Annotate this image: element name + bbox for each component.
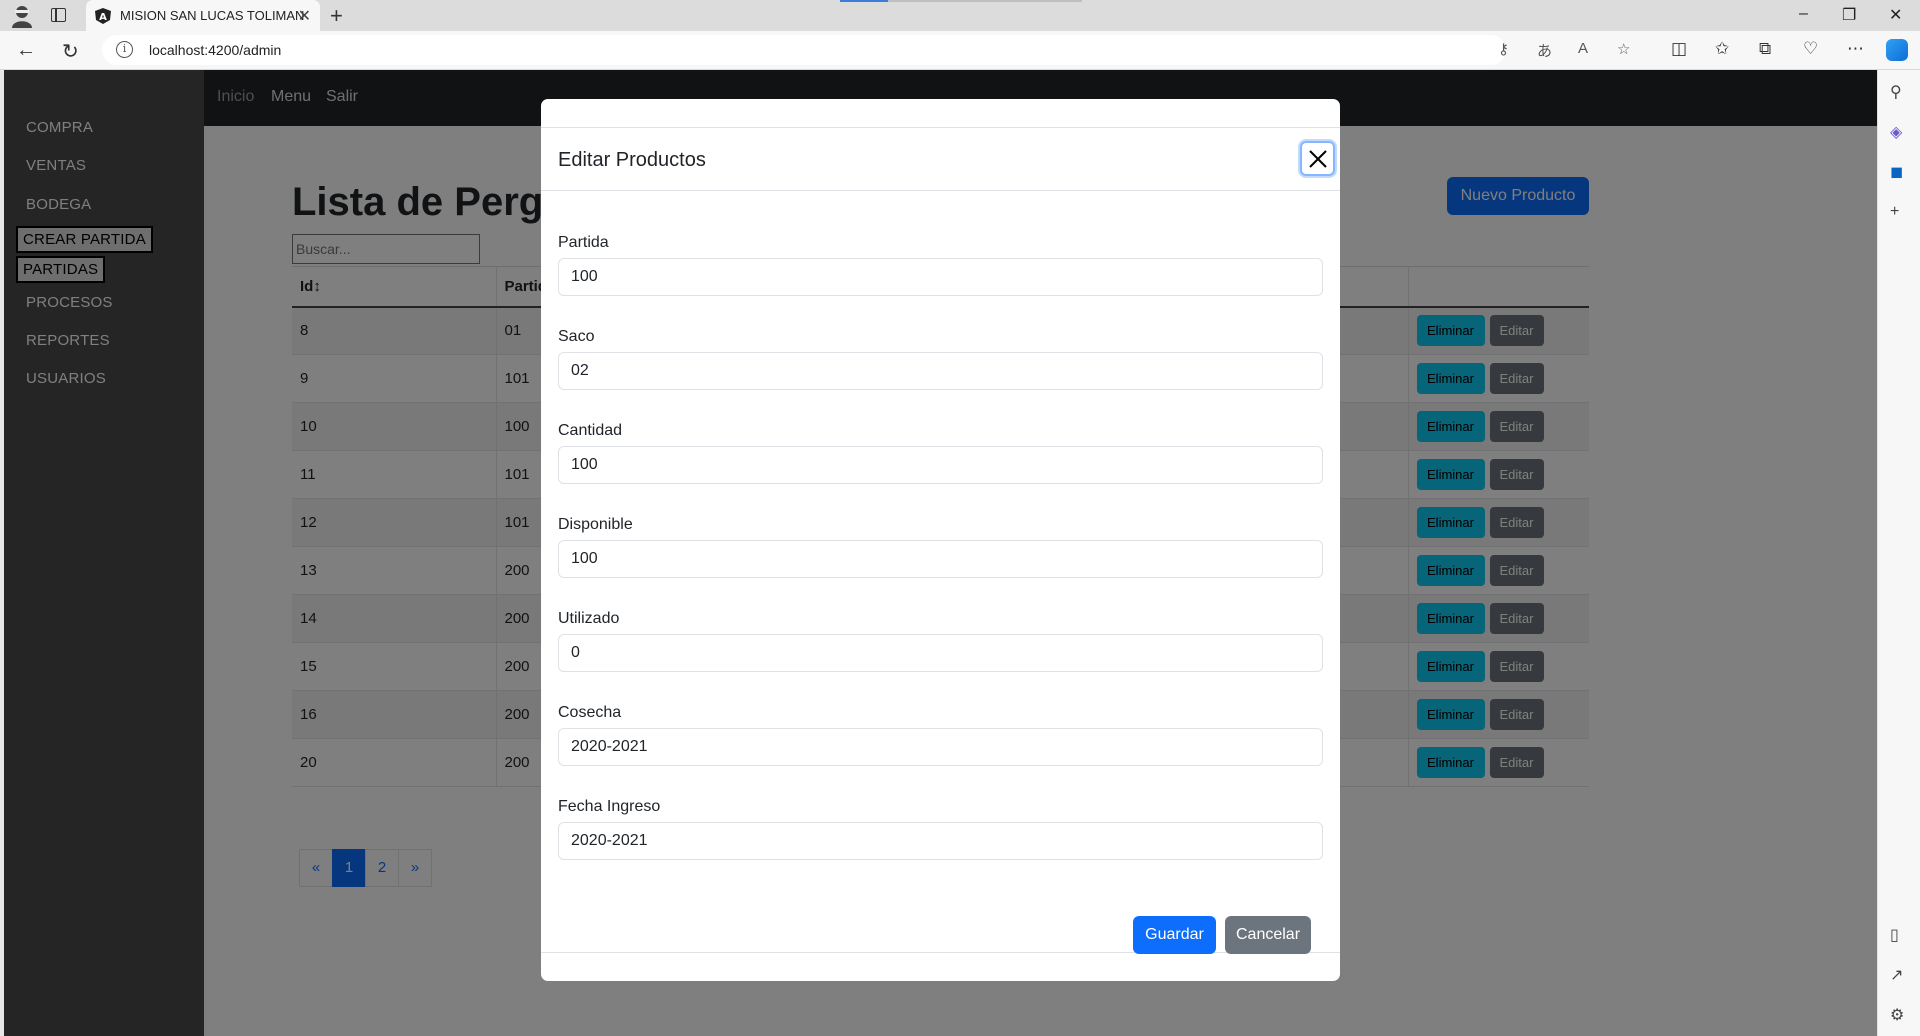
- open-external-icon[interactable]: ↗: [1890, 965, 1903, 985]
- profile-avatar-icon[interactable]: [10, 4, 34, 28]
- disponible-field[interactable]: 100: [558, 540, 1323, 578]
- tab-strip-divider: [888, 0, 1082, 2]
- angular-favicon-icon: A: [95, 8, 111, 24]
- add-sidebar-app-icon[interactable]: +: [1890, 203, 1899, 221]
- save-button[interactable]: Guardar: [1133, 916, 1216, 954]
- label-saco: Saco: [558, 328, 595, 345]
- utilizado-field[interactable]: 0: [558, 634, 1323, 672]
- modal-title: Editar Productos: [558, 149, 706, 171]
- fecha-ingreso-field[interactable]: 2020-2021: [558, 822, 1323, 860]
- tab-actions-icon[interactable]: [51, 8, 66, 22]
- cosecha-field[interactable]: 2020-2021: [558, 728, 1323, 766]
- collections-icon[interactable]: ⧉: [1759, 39, 1771, 59]
- browser-tab-bar: A MISION SAN LUCAS TOLIMAN ✕ + – ❐ ✕: [0, 0, 1920, 31]
- url-text: localhost:4200/admin: [149, 42, 282, 58]
- close-icon: [1308, 150, 1327, 168]
- window-close-icon[interactable]: ✕: [1889, 5, 1902, 25]
- modal-header: Editar Productos: [541, 128, 1340, 191]
- edge-sidebar: ⚲ ◈ ◼ + ▯ ↗ ⚙: [1877, 70, 1920, 1036]
- back-icon[interactable]: ←: [16, 39, 36, 62]
- url-field[interactable]: i localhost:4200/admin ⚷ あ A ☆: [102, 35, 1630, 65]
- outlook-icon[interactable]: ◼: [1890, 162, 1903, 182]
- read-aloud-icon[interactable]: A: [1578, 40, 1588, 57]
- favorites-icon[interactable]: ✩: [1715, 39, 1729, 59]
- site-info-icon[interactable]: i: [116, 41, 133, 58]
- modal-content: Editar Productos Partida 100 Saco 02 Can…: [541, 127, 1340, 954]
- hide-sidebar-icon[interactable]: ▯: [1890, 925, 1899, 945]
- browser-tab-active[interactable]: A MISION SAN LUCAS TOLIMAN ✕: [86, 0, 320, 31]
- modal-close-button[interactable]: [1300, 141, 1335, 176]
- label-cantidad: Cantidad: [558, 422, 623, 439]
- translate-icon[interactable]: あ: [1537, 40, 1552, 61]
- favorite-star-icon[interactable]: ☆: [1617, 40, 1630, 58]
- copilot-sidebar-icon[interactable]: ◈: [1890, 122, 1902, 142]
- tab-strip-accent: [840, 0, 888, 2]
- copilot-icon[interactable]: [1886, 39, 1908, 61]
- split-screen-icon[interactable]: ◫: [1671, 39, 1687, 59]
- label-partida: Partida: [558, 234, 609, 251]
- web-page: COMPRA VENTAS BODEGA CREAR PARTIDA PARTI…: [4, 70, 1877, 1036]
- settings-gear-icon[interactable]: ⚙: [1890, 1005, 1904, 1025]
- label-fecha-ingreso: Fecha Ingreso: [558, 798, 661, 815]
- refresh-icon[interactable]: ↻: [62, 39, 79, 64]
- browser-essentials-icon[interactable]: ♡: [1803, 39, 1818, 59]
- browser-address-bar: ← ↻ i localhost:4200/admin ⚷ あ A ☆: [0, 31, 1920, 70]
- saco-field[interactable]: 02: [558, 352, 1323, 390]
- partida-field[interactable]: 100: [558, 258, 1323, 296]
- label-disponible: Disponible: [558, 516, 633, 533]
- search-icon[interactable]: ⚲: [1890, 82, 1902, 102]
- label-utilizado: Utilizado: [558, 610, 620, 627]
- new-tab-button[interactable]: +: [330, 3, 343, 29]
- tab-close-icon[interactable]: ✕: [298, 6, 311, 26]
- restore-icon[interactable]: ❐: [1842, 5, 1856, 25]
- key-icon[interactable]: ⚷: [1498, 40, 1509, 58]
- more-menu-icon[interactable]: ⋯: [1847, 39, 1864, 59]
- cantidad-field[interactable]: 100: [558, 446, 1323, 484]
- tab-title: MISION SAN LUCAS TOLIMAN: [120, 8, 305, 23]
- svg-text:A: A: [99, 12, 107, 23]
- cancel-button[interactable]: Cancelar: [1225, 916, 1311, 954]
- edit-product-modal: Editar Productos Partida 100 Saco 02 Can…: [541, 99, 1340, 981]
- minimize-icon[interactable]: –: [1799, 5, 1808, 23]
- label-cosecha: Cosecha: [558, 704, 622, 721]
